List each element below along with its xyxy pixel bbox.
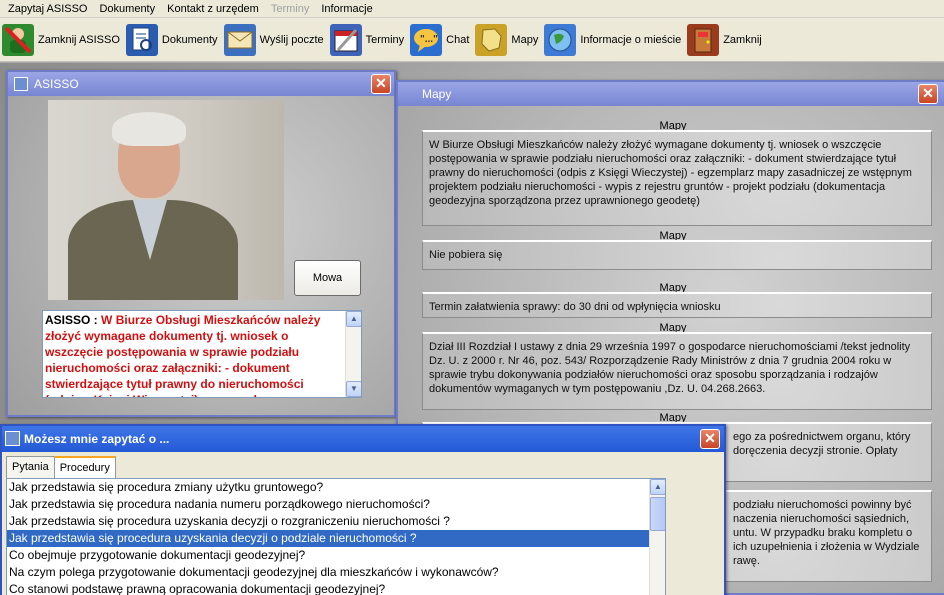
toolbar-label: Zamknij (723, 33, 762, 46)
asisso-window: ASISSO ✕ Mowa ASISSO : W Biurze Obsługi … (6, 70, 396, 417)
svg-text:"...": "..." (420, 34, 438, 45)
scroll-up-icon[interactable]: ▲ (650, 479, 665, 495)
tab-procedury[interactable]: Procedury (53, 456, 116, 479)
close-icon[interactable]: ✕ (371, 74, 391, 94)
toolbar-label: Chat (446, 33, 470, 46)
send-mail-button[interactable]: Wyślij poczte (223, 20, 324, 60)
chat-icon: "..." (410, 23, 443, 56)
list-item[interactable]: Jak przedstawia się procedura zmiany uży… (7, 479, 665, 496)
list-scrollbar[interactable]: ▲ (649, 479, 665, 595)
close-user-icon (2, 23, 34, 56)
asisso-body: Mowa ASISSO : W Biurze Obsługi Mieszkańc… (8, 96, 394, 415)
assistant-video (48, 100, 284, 300)
assistant-response: ASISSO : W Biurze Obsługi Mieszkańców na… (42, 310, 362, 398)
close-icon[interactable]: ✕ (918, 84, 938, 104)
toolbar-label: Terminy (365, 33, 405, 46)
map-button[interactable]: Mapy (475, 20, 538, 60)
window-title: Możesz mnie zapytać o ... (24, 432, 170, 446)
ask-title-bar[interactable]: Możesz mnie zapytać o ... ✕ (2, 426, 724, 452)
chat-button[interactable]: "..." Chat (410, 20, 469, 60)
section-content: Termin załatwienia sprawy: do 30 dni od … (422, 292, 932, 318)
city-info-button[interactable]: Informacje o mieście (544, 20, 681, 60)
video-person-hair (112, 112, 186, 146)
send-mail-icon (223, 23, 256, 56)
response-scrollbar[interactable]: ▲ ▼ (345, 311, 361, 397)
scroll-thumb[interactable] (650, 497, 665, 531)
calendar-button[interactable]: Terminy (329, 20, 405, 60)
toolbar-label: Wyślij poczte (259, 33, 324, 46)
menu-kontakt[interactable]: Kontakt z urzędem (161, 0, 265, 18)
ask-tabs: Pytania Procedury (6, 456, 116, 479)
window-title: ASISSO (34, 77, 79, 91)
tab-pytania[interactable]: Pytania (6, 456, 55, 478)
toolbar-label: Mapy (511, 33, 539, 46)
section-content: Dział III Rozdział I ustawy z dnia 29 wr… (422, 332, 932, 410)
menu-terminy: Terminy (270, 2, 310, 15)
map-icon (475, 23, 508, 56)
speak-button[interactable]: Mowa (294, 260, 361, 296)
list-item[interactable]: Na czym polega przygotowanie dokumentacj… (7, 564, 665, 581)
toolbar-label: Zamknij ASISSO (38, 33, 120, 46)
menu-zapytaj-asisso[interactable]: Zapytaj ASISSO (2, 0, 93, 18)
mapy-title-bar[interactable]: Mapy ✕ (398, 82, 944, 106)
exit-button[interactable]: Zamknij (687, 20, 762, 60)
question-list: Jak przedstawia się procedura zmiany uży… (6, 478, 666, 595)
exit-icon (687, 23, 720, 56)
ask-window: Możesz mnie zapytać o ... ✕ Pytania Proc… (0, 424, 726, 595)
list-item[interactable]: Co stanowi podstawę prawną opracowania d… (7, 581, 665, 595)
toolbar: Zamknij ASISSO Dokumenty Wyślij poczte T… (0, 18, 944, 62)
documents-icon (125, 23, 158, 56)
menu-dokumenty[interactable]: Dokumenty (93, 0, 161, 18)
calendar-icon (329, 23, 362, 56)
section-content: W Biurze Obsługi Mieszkańców należy złoż… (422, 130, 932, 226)
scroll-down-icon[interactable]: ▼ (346, 381, 361, 397)
scroll-up-icon[interactable]: ▲ (346, 311, 361, 327)
close-asisso-button[interactable]: Zamknij ASISSO (2, 20, 120, 60)
toolbar-label: Informacje o mieście (580, 33, 682, 46)
globe-icon (544, 23, 577, 56)
menu-bar: Zapytaj ASISSO Dokumenty Kontakt z urzęd… (0, 0, 944, 18)
list-item[interactable]: Jak przedstawia się procedura nadania nu… (7, 496, 665, 513)
list-item[interactable]: Jak przedstawia się procedura uzyskania … (7, 513, 665, 530)
toolbar-label: Dokumenty (161, 33, 218, 46)
list-item-selected[interactable]: Jak przedstawia się procedura uzyskania … (7, 530, 665, 547)
section-content: Nie pobiera się (422, 240, 932, 270)
asisso-title-bar[interactable]: ASISSO ✕ (8, 72, 394, 96)
speaker-label: ASISSO : (45, 313, 98, 327)
app-icon (14, 77, 28, 91)
app-icon (5, 431, 20, 446)
window-title: Mapy (422, 87, 452, 101)
close-icon[interactable]: ✕ (700, 429, 720, 449)
list-item[interactable]: Co obejmuje przygotowanie dokumentacji g… (7, 547, 665, 564)
documents-button[interactable]: Dokumenty (125, 20, 218, 60)
menu-informacje[interactable]: Informacje (315, 0, 378, 18)
response-text: ASISSO : W Biurze Obsługi Mieszkańców na… (43, 311, 345, 397)
